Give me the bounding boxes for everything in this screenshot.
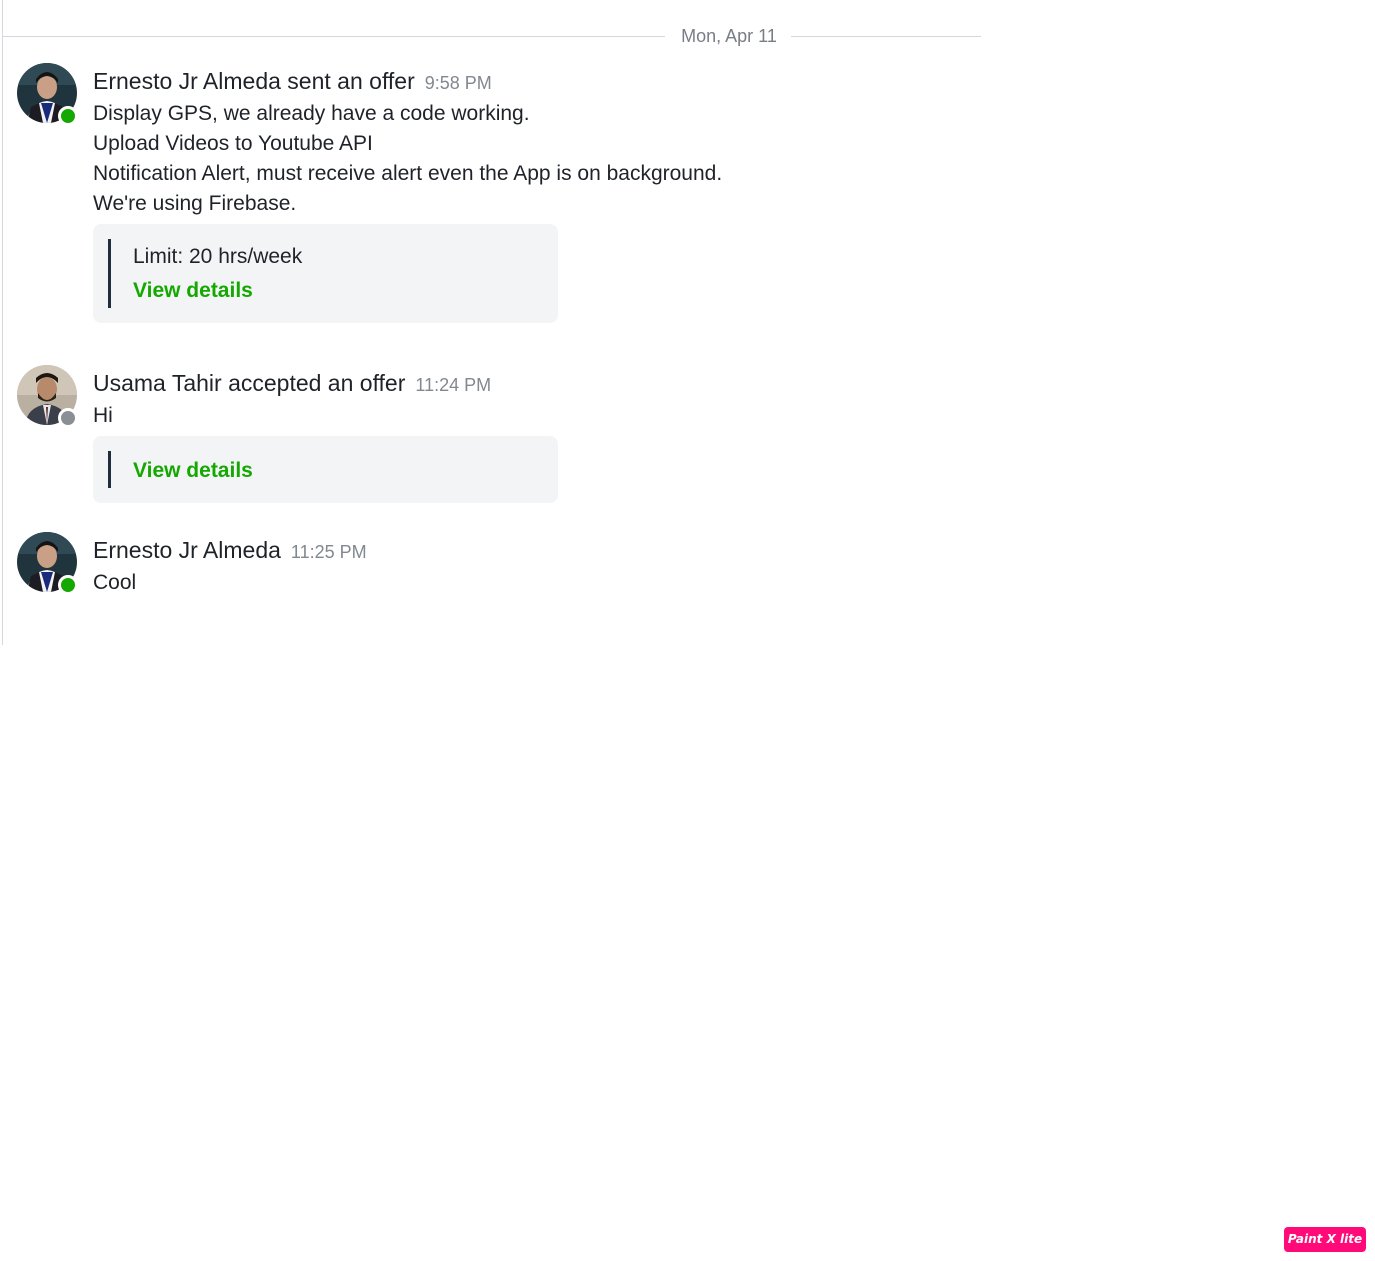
sender-name[interactable]: Usama Tahir accepted an offer [93, 370, 405, 396]
online-status-dot [58, 106, 78, 126]
avatar-ernesto[interactable] [17, 532, 79, 595]
avatar-ernesto[interactable] [17, 63, 79, 126]
message-line: Display GPS, we already have a code work… [93, 102, 530, 125]
offer-limit: Limit: 20 hrs/week [133, 245, 303, 268]
divider-line-left [3, 36, 665, 37]
offer-card: View details [93, 436, 558, 503]
date-label: Mon, Apr 11 [681, 26, 777, 46]
message-body: Ernesto Jr Almeda 11:25 PM Cool [93, 532, 973, 598]
message-line: Upload Videos to Youtube API [93, 132, 373, 155]
message-time: 11:25 PM [290, 542, 367, 562]
message-header: Usama Tahir accepted an offer 11:24 PM [93, 365, 973, 401]
view-details-link[interactable]: View details [133, 271, 253, 308]
message-text: Cool [93, 568, 973, 598]
message-time: 9:58 PM [424, 73, 492, 93]
message-header: Ernesto Jr Almeda sent an offer 9:58 PM [93, 63, 973, 99]
avatar-usama[interactable] [17, 365, 79, 428]
offer-card: Limit: 20 hrs/week View details [93, 224, 558, 323]
offer-card-content: View details [108, 451, 543, 488]
message-line: We're using Firebase. [93, 192, 297, 215]
offline-status-dot [58, 408, 78, 428]
message-text: Display GPS, we already have a code work… [93, 99, 973, 219]
message-time: 11:24 PM [415, 375, 492, 395]
message-line: Cool [93, 571, 137, 594]
message-text: Hi [93, 401, 973, 431]
sender-name[interactable]: Ernesto Jr Almeda sent an offer [93, 68, 415, 94]
message-body: Ernesto Jr Almeda sent an offer 9:58 PM D… [93, 63, 973, 323]
panel-left-border [2, 0, 3, 645]
sender-name[interactable]: Ernesto Jr Almeda [93, 537, 281, 563]
chat-page: Mon, Apr 11 Ernesto Jr Almeda sent an of… [0, 0, 1375, 1261]
view-details-link[interactable]: View details [133, 451, 253, 488]
message-header: Ernesto Jr Almeda 11:25 PM [93, 532, 973, 568]
date-divider: Mon, Apr 11 [3, 24, 981, 48]
divider-line-right [791, 36, 981, 37]
online-status-dot [58, 575, 78, 595]
message-line: Hi [93, 404, 113, 427]
message-body: Usama Tahir accepted an offer 11:24 PM Hi… [93, 365, 973, 503]
message-line: Notification Alert, must receive alert e… [93, 162, 723, 185]
offer-card-content: Limit: 20 hrs/week View details [108, 239, 543, 308]
paint-x-lite-watermark: Paint X lite [1284, 1227, 1366, 1252]
